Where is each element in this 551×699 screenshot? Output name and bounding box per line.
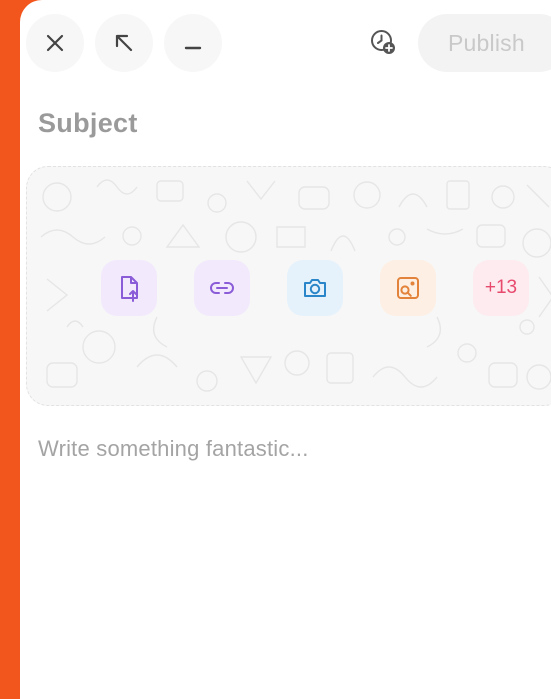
schedule-button[interactable] [368, 27, 398, 57]
image-search-icon [397, 277, 419, 299]
camera-button[interactable] [287, 260, 343, 316]
minimize-button[interactable] [164, 14, 222, 72]
image-search-button[interactable] [380, 260, 436, 316]
body-input[interactable]: Write something fantastic... [38, 436, 309, 462]
close-icon [46, 34, 64, 52]
publish-button[interactable]: Publish [418, 14, 551, 72]
compose-panel: Publish Subject +13 Write something fant… [20, 0, 551, 699]
clock-plus-icon [371, 30, 395, 54]
more-attachments-button[interactable]: +13 [473, 260, 529, 316]
file-upload-button[interactable] [101, 260, 157, 316]
subject-input[interactable]: Subject [38, 108, 138, 139]
close-button[interactable] [26, 14, 84, 72]
media-attach-area[interactable]: +13 [26, 166, 551, 406]
compose-toolbar: Publish [20, 0, 551, 86]
link-button[interactable] [194, 260, 250, 316]
file-upload-icon [121, 276, 138, 302]
camera-icon [304, 279, 326, 297]
link-icon [210, 282, 234, 294]
arrow-up-left-icon [115, 34, 133, 52]
minimize-icon [184, 46, 202, 50]
expand-button[interactable] [95, 14, 153, 72]
